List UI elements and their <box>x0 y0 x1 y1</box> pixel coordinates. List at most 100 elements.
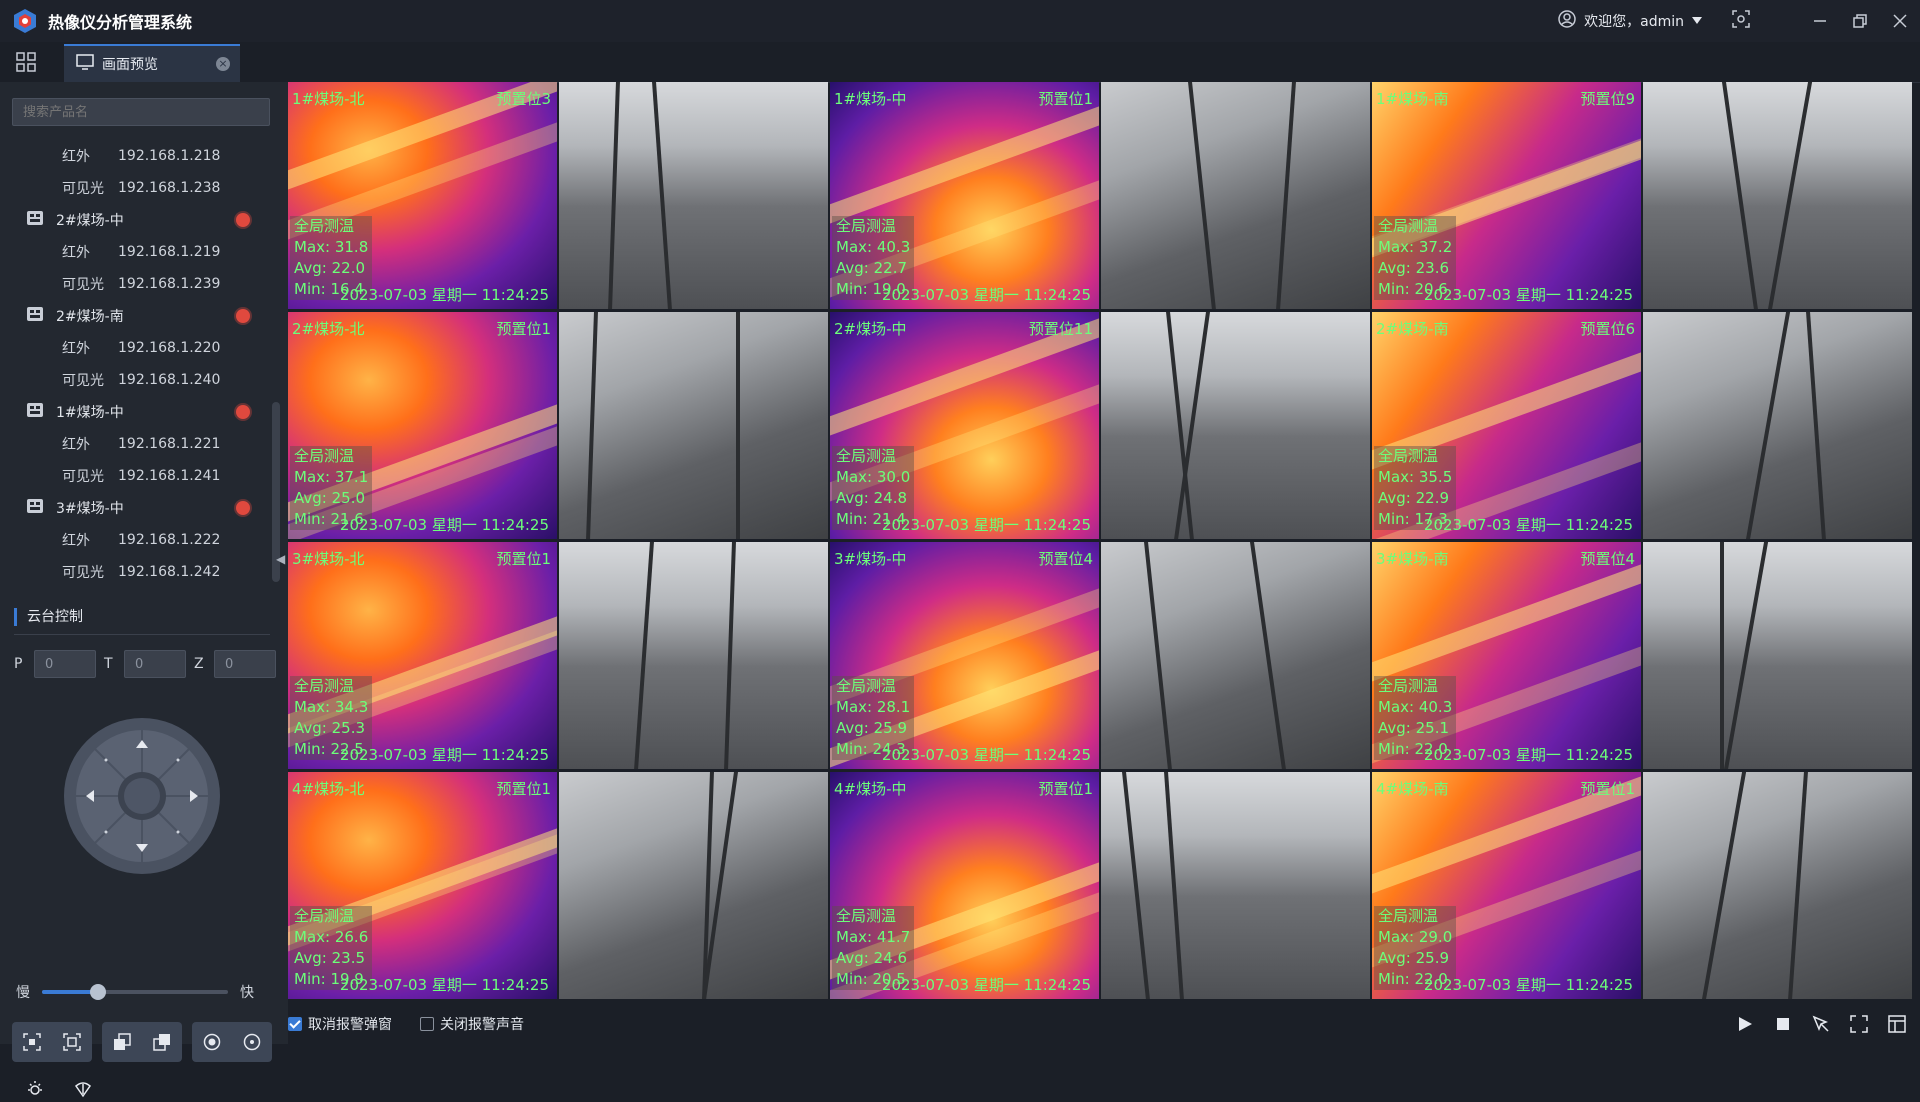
measure-title: 全局测温 <box>294 217 355 235</box>
tab-preview[interactable]: 画面预览 × <box>64 44 240 82</box>
timestamp: 2023-07-03 星期一 11:24:25 <box>1423 516 1633 534</box>
zoom-out-button[interactable] <box>142 1022 182 1062</box>
tree-group[interactable]: 1#煤场-中 <box>0 396 270 428</box>
t-input[interactable]: 0 <box>124 650 186 678</box>
tree-group[interactable]: 3#煤场-中 <box>0 492 270 524</box>
tab-close-icon[interactable]: × <box>216 57 230 71</box>
focus-near-button[interactable] <box>12 1022 52 1062</box>
channel-ip: 192.168.1.241 <box>118 468 221 484</box>
close-button[interactable] <box>1880 0 1920 42</box>
screenshot-icon[interactable] <box>1732 10 1750 32</box>
thermal-video-tile[interactable]: 3#煤场-南 预置位4 全局测温 Max: 40.3 Avg: 25.1 Min: 22.… <box>1372 542 1641 769</box>
measure-title: 全局测温 <box>1378 217 1439 235</box>
timestamp: 2023-07-03 星期一 11:24:25 <box>881 516 1091 534</box>
play-button[interactable] <box>1736 1015 1754 1033</box>
sidebar: 红外192.168.1.218可见光192.168.1.2382#煤场-中红外1… <box>0 82 288 1098</box>
speed-slider[interactable] <box>42 984 228 1000</box>
tree-group[interactable]: 2#煤场-南 <box>0 300 270 332</box>
app-grid-icon[interactable] <box>16 52 36 72</box>
visible-video-tile[interactable] <box>1643 82 1912 309</box>
thermal-video-tile[interactable]: 4#煤场-中 预置位1 全局测温 Max: 41.7 Avg: 24.6 Min: 20.… <box>830 772 1099 999</box>
thermal-video-tile[interactable]: 3#煤场-北 预置位1 全局测温 Max: 34.3 Avg: 25.3 Min: 22.… <box>288 542 557 769</box>
collapse-sidebar-icon[interactable]: ◀ <box>276 552 286 572</box>
z-input[interactable]: 0 <box>214 650 276 678</box>
device-group-icon <box>26 498 44 518</box>
visible-video-tile[interactable] <box>1643 312 1912 539</box>
tree-channel[interactable]: 红外 192.168.1.219 <box>0 236 270 268</box>
tree-channel[interactable]: 可见光 192.168.1.241 <box>0 460 270 492</box>
tree-channel[interactable]: 红外 192.168.1.222 <box>0 524 270 556</box>
light-icon[interactable] <box>26 1080 44 1102</box>
p-label: P <box>14 656 23 672</box>
visible-video-tile[interactable] <box>1643 772 1912 999</box>
visible-video-tile[interactable] <box>559 542 828 769</box>
thermal-video-tile[interactable]: 4#煤场-北 预置位1 全局测温 Max: 26.6 Avg: 23.5 Min: 19.… <box>288 772 557 999</box>
visible-video-tile[interactable] <box>1643 542 1912 769</box>
minimize-button[interactable] <box>1800 0 1840 42</box>
measure-title: 全局测温 <box>1378 677 1439 695</box>
camera-name: 1#煤场-南 <box>1376 90 1449 108</box>
thermal-video-tile[interactable]: 1#煤场-中 预置位1 全局测温 Max: 40.3 Avg: 22.7 Min: 19.… <box>830 82 1099 309</box>
snapshot-button[interactable] <box>1812 1015 1830 1033</box>
measure-title: 全局测温 <box>836 447 897 465</box>
thermal-video-tile[interactable]: 3#煤场-中 预置位4 全局测温 Max: 28.1 Avg: 25.9 Min: 24.… <box>830 542 1099 769</box>
wiper-icon[interactable] <box>74 1080 92 1102</box>
tree-channel[interactable]: 可见光 192.168.1.240 <box>0 364 270 396</box>
alarm-status-icon <box>236 501 250 515</box>
search-input[interactable] <box>12 98 270 126</box>
timestamp: 2023-07-03 星期一 11:24:25 <box>881 286 1091 304</box>
timestamp: 2023-07-03 星期一 11:24:25 <box>339 746 549 764</box>
stop-button[interactable] <box>1774 1015 1792 1033</box>
thermal-video-tile[interactable]: 1#煤场-南 预置位9 全局测温 Max: 37.2 Avg: 23.6 Min: 20.… <box>1372 82 1641 309</box>
layout-button[interactable] <box>1888 1015 1906 1033</box>
measure-title: 全局测温 <box>294 677 355 695</box>
steel-structure <box>1766 82 1814 309</box>
channel-ip: 192.168.1.240 <box>118 372 221 388</box>
visible-video-tile[interactable] <box>559 772 828 999</box>
thermal-video-tile[interactable]: 2#煤场-南 预置位6 全局测温 Max: 35.5 Avg: 22.9 Min: 17.… <box>1372 312 1641 539</box>
visible-video-tile[interactable] <box>1101 542 1370 769</box>
camera-name: 1#煤场-中 <box>834 90 907 108</box>
steel-structure <box>651 82 673 309</box>
thermal-video-tile[interactable]: 4#煤场-南 预置位1 全局测温 Max: 29.0 Avg: 25.9 Min: 22.… <box>1372 772 1641 999</box>
tree-channel[interactable]: 红外 192.168.1.220 <box>0 332 270 364</box>
cancel-alarm-popup-checkbox[interactable]: 取消报警弹窗 <box>288 1014 392 1034</box>
channel-label: 红外 <box>62 149 90 165</box>
checkbox-box[interactable] <box>420 1017 434 1031</box>
steel-structure <box>736 312 740 539</box>
visible-video-tile[interactable] <box>1101 82 1370 309</box>
tree-channel[interactable]: 可见光 192.168.1.238 <box>0 172 270 204</box>
measure-title: 全局测温 <box>294 907 355 925</box>
timestamp: 2023-07-03 星期一 11:24:25 <box>1423 746 1633 764</box>
tree-channel[interactable]: 可见光 192.168.1.239 <box>0 268 270 300</box>
user-menu[interactable]: 欢迎您，admin <box>1558 0 1750 42</box>
tree-channel[interactable]: 红外 192.168.1.221 <box>0 428 270 460</box>
iris-close-button[interactable] <box>232 1022 272 1062</box>
tree-group[interactable]: 2#煤场-中 <box>0 204 270 236</box>
mute-alarm-checkbox[interactable]: 关闭报警声音 <box>420 1014 524 1034</box>
visible-video-tile[interactable] <box>559 312 828 539</box>
zoom-group <box>102 1022 182 1062</box>
visible-video-tile[interactable] <box>559 82 828 309</box>
divider <box>14 634 270 635</box>
focus-group <box>12 1022 92 1062</box>
focus-far-button[interactable] <box>52 1022 92 1062</box>
p-input[interactable]: 0 <box>34 650 96 678</box>
steel-structure <box>1722 542 1770 769</box>
fullscreen-button[interactable] <box>1850 1015 1868 1033</box>
visible-video-tile[interactable] <box>1101 772 1370 999</box>
thermal-video-tile[interactable]: 1#煤场-北 预置位3 全局测温 Max: 31.8 Avg: 22.0 Min: 16.… <box>288 82 557 309</box>
measure-title: 全局测温 <box>836 217 897 235</box>
speed-slider-knob[interactable] <box>89 984 106 1000</box>
iris-open-button[interactable] <box>192 1022 232 1062</box>
zoom-in-button[interactable] <box>102 1022 142 1062</box>
restore-button[interactable] <box>1840 0 1880 42</box>
thermal-video-tile[interactable]: 2#煤场-中 预置位11 全局测温 Max: 30.0 Avg: 24.8 Min: 21… <box>830 312 1099 539</box>
tree-channel[interactable]: 红外 192.168.1.218 <box>0 140 270 172</box>
channel-ip: 192.168.1.221 <box>118 436 221 452</box>
thermal-video-tile[interactable]: 2#煤场-北 预置位1 全局测温 Max: 37.1 Avg: 25.0 Min: 21.… <box>288 312 557 539</box>
tree-channel[interactable]: 可见光 192.168.1.242 <box>0 556 270 588</box>
checkbox-box[interactable] <box>288 1017 302 1031</box>
ptz-dpad <box>62 716 222 876</box>
visible-video-tile[interactable] <box>1101 312 1370 539</box>
